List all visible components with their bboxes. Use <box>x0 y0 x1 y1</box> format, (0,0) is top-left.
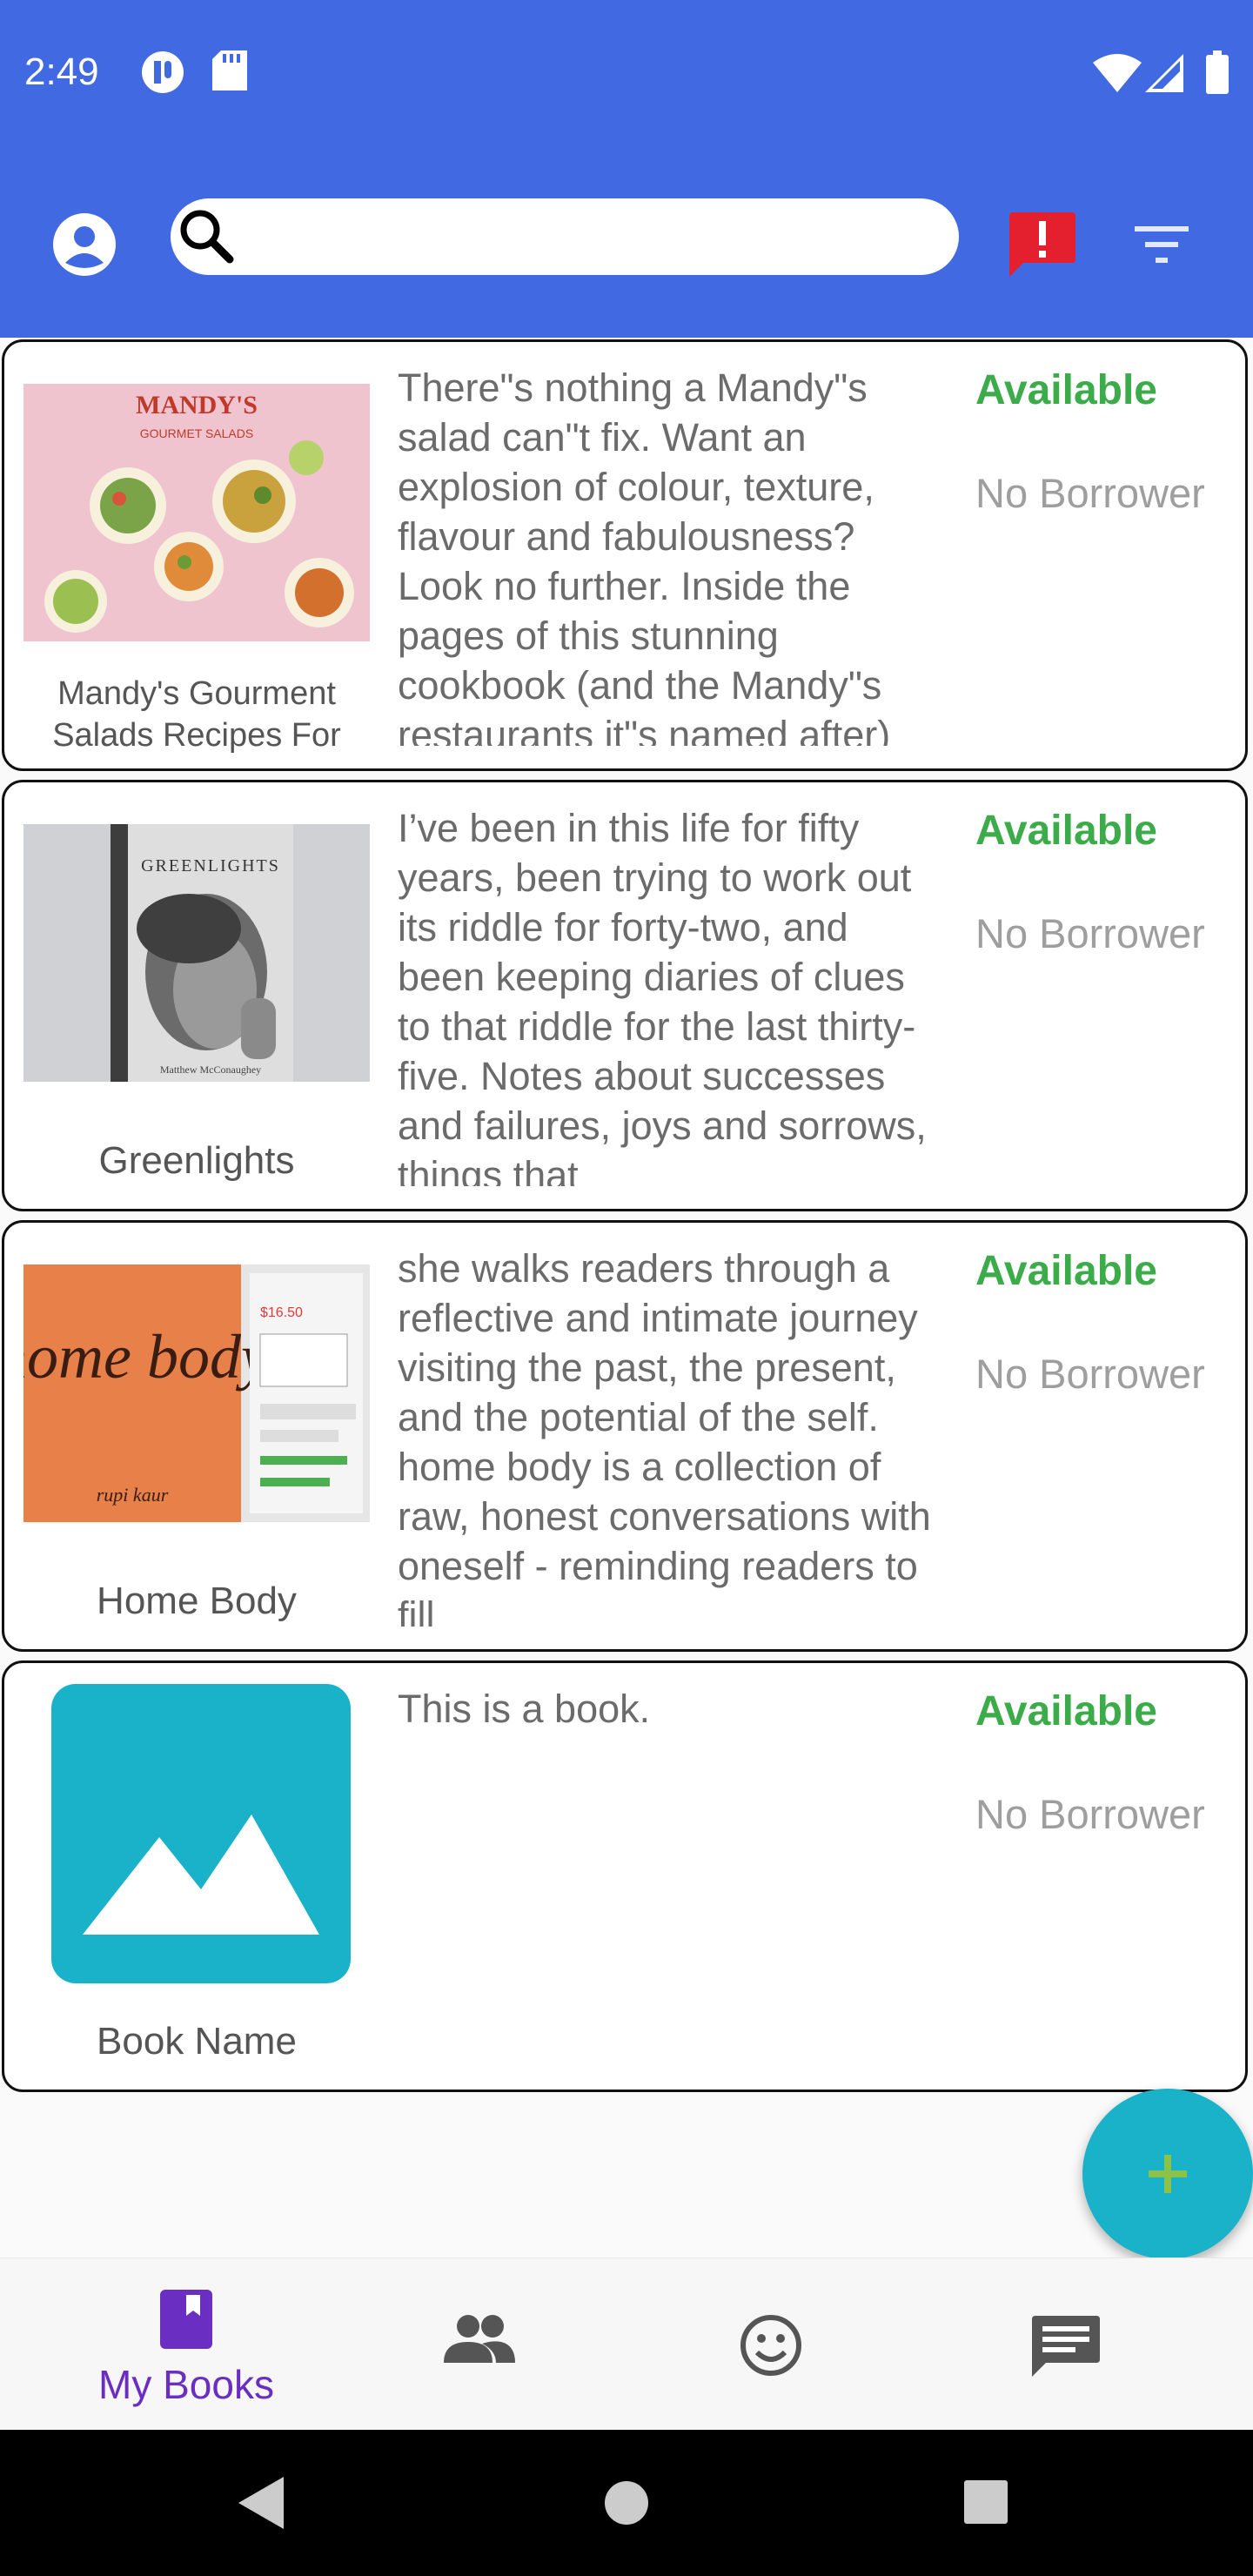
filter-icon[interactable] <box>1135 223 1189 271</box>
borrower-label: No Borrower <box>975 910 1205 956</box>
cover-author-text: Matthew McConaughey <box>160 1063 261 1076</box>
plus-icon <box>1149 2155 1187 2193</box>
profile-icon[interactable] <box>52 212 117 281</box>
system-navigation-bar <box>0 2430 1253 2576</box>
chat-icon <box>1032 2316 1100 2381</box>
app-bar <box>0 151 1253 338</box>
book-cover-image: home body rupi kaur $16.50 <box>23 1265 370 1522</box>
book-card[interactable]: home body rupi kaur $16.50 Home Body she… <box>2 1220 1248 1652</box>
book-title: Greenlights <box>98 1139 295 1182</box>
book-cover-image: MANDY'S GOURMET SALADS <box>23 384 370 641</box>
borrower-label: No Borrower <box>975 1351 1205 1397</box>
search-input[interactable] <box>258 207 940 266</box>
book-description: This is a book. <box>398 1687 651 1731</box>
cover-title-text: GREENLIGHTS <box>141 856 280 875</box>
smiley-icon <box>740 2314 802 2381</box>
borrower-label: No Borrower <box>975 470 1205 516</box>
book-description: I’ve been in this life for fifty years, … <box>398 806 927 1186</box>
book-card[interactable]: MANDY'S GOURMET SALADS Mandy's Gourment … <box>2 339 1248 771</box>
add-book-button[interactable] <box>1082 2089 1253 2259</box>
availability-status: Available <box>975 367 1157 413</box>
signal-icon <box>1145 54 1183 97</box>
home-icon[interactable] <box>604 2480 649 2530</box>
book-icon <box>160 2290 212 2353</box>
book-card[interactable]: Book Name This is a book. Available No B… <box>2 1660 1248 2092</box>
cover-subtitle-text: GOURMET SALADS <box>140 426 253 440</box>
price-tag-text: $16.50 <box>260 1305 303 1320</box>
nav-social[interactable] <box>616 2258 929 2431</box>
book-cover-image: GREENLIGHTS Matthew McConaughey <box>23 824 370 1082</box>
book-title: Mandy's Gourment Salads Recipes For <box>52 675 341 754</box>
bottom-navigation: My Books <box>0 2257 1253 2431</box>
wifi-icon <box>1093 54 1142 97</box>
people-icon <box>444 2314 515 2367</box>
status-time: 2:49 <box>24 50 99 93</box>
app-notification-icon <box>141 50 184 98</box>
status-bar: 2:49 <box>0 0 1253 151</box>
recents-icon[interactable] <box>964 2480 1008 2528</box>
book-description: There"s nothing a Mandy"s salad can"t fi… <box>398 366 891 746</box>
search-box[interactable] <box>171 198 959 275</box>
availability-status: Available <box>975 1248 1157 1294</box>
nav-chat[interactable] <box>908 2258 1222 2431</box>
image-placeholder-icon <box>51 1684 351 1983</box>
nav-friends[interactable] <box>324 2258 637 2431</box>
sd-card-icon <box>212 50 247 95</box>
availability-status: Available <box>975 808 1157 854</box>
nav-my-books[interactable]: My Books <box>30 2258 343 2431</box>
cover-title-text: MANDY'S <box>136 391 258 419</box>
cover-title-text: home body <box>23 1322 269 1392</box>
availability-status: Available <box>975 1688 1157 1734</box>
report-alert-icon[interactable] <box>1009 212 1075 281</box>
cover-author-text: rupi kaur <box>97 1484 169 1506</box>
borrower-label: No Borrower <box>975 1791 1205 1837</box>
back-icon[interactable] <box>238 2477 284 2533</box>
battery-icon <box>1206 50 1229 98</box>
nav-label-my-books: My Books <box>98 2362 274 2407</box>
book-description: she walks readers through a reflective a… <box>398 1246 931 1627</box>
search-icon <box>176 205 237 271</box>
book-title: Book Name <box>97 2020 297 2063</box>
book-card[interactable]: GREENLIGHTS Matthew McConaughey Greenlig… <box>2 780 1248 1211</box>
book-title: Home Body <box>97 1580 297 1622</box>
